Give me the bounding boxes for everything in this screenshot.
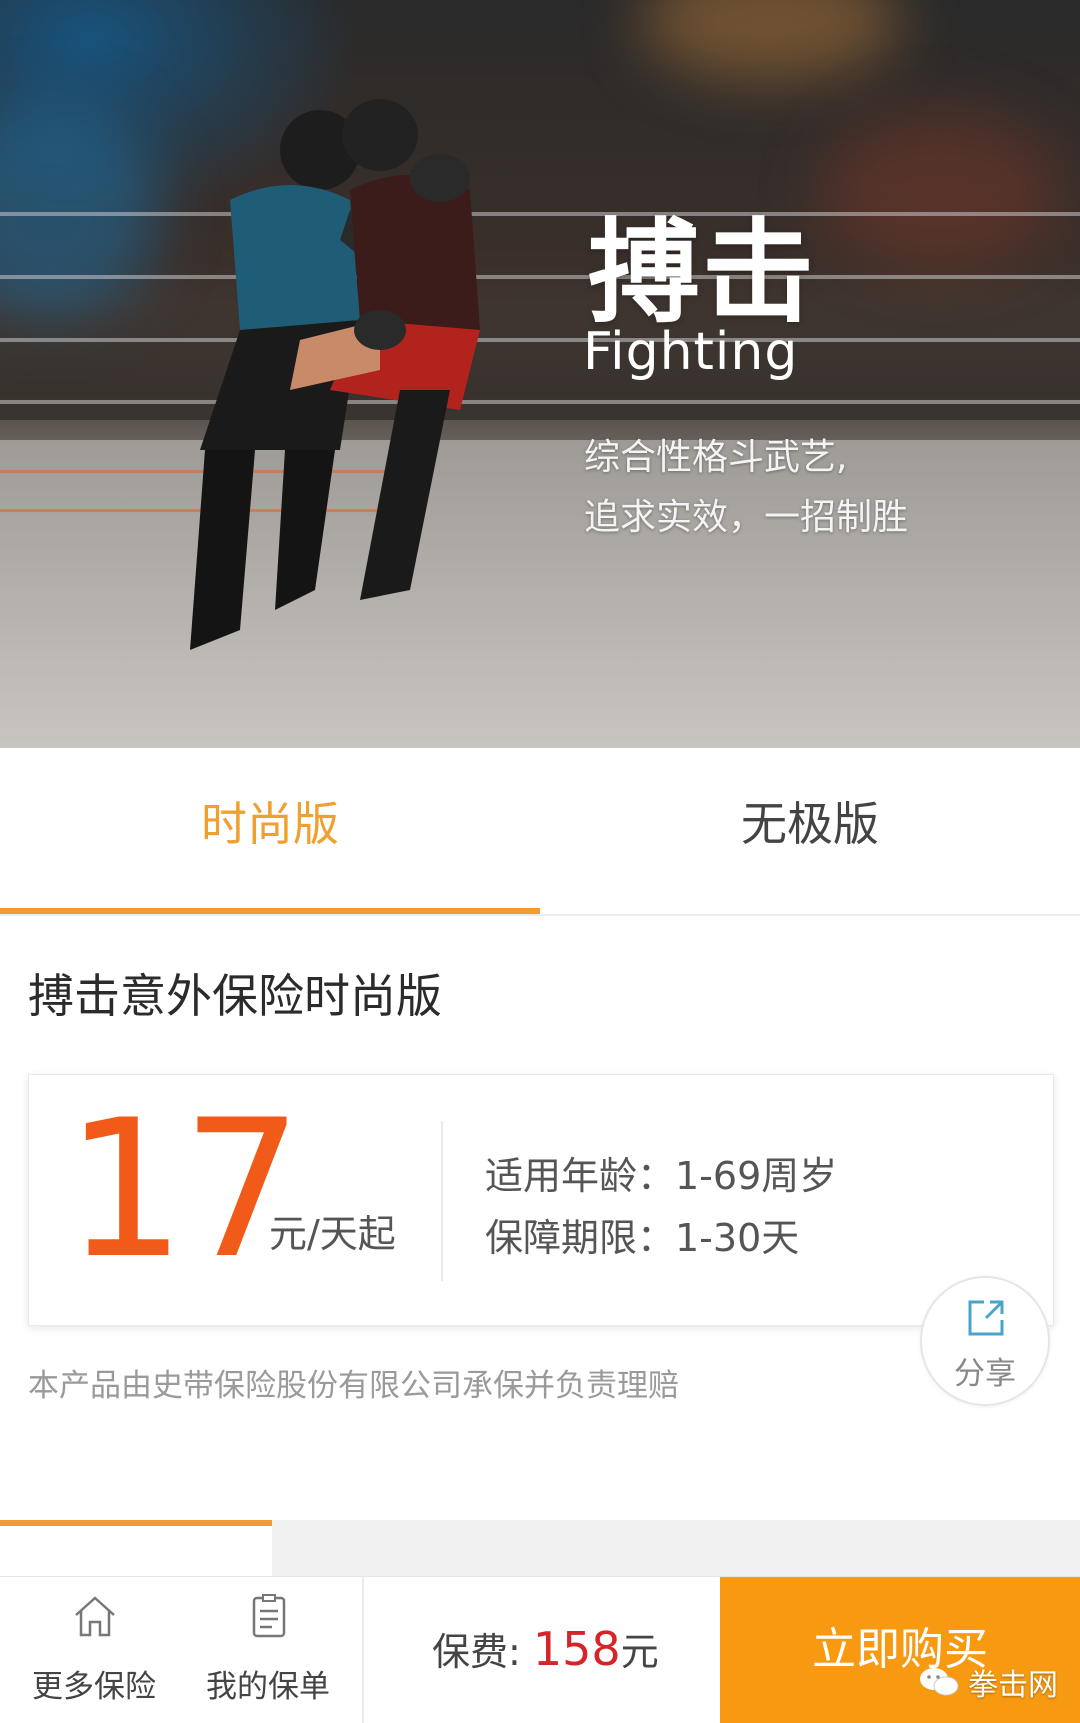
my-policies-button[interactable]: 我的保单 — [182, 1577, 354, 1723]
share-icon — [968, 1300, 1004, 1336]
premium-amount: 158 — [532, 1622, 621, 1676]
premium-prefix: 保费: — [432, 1630, 533, 1674]
bar-divider — [362, 1577, 364, 1723]
section-strip-indicator — [0, 1520, 272, 1526]
stage-light — [640, 0, 900, 80]
watermark: 拳击网 — [918, 1660, 1058, 1704]
tab-active-indicator — [0, 908, 540, 914]
wechat-icon — [920, 1668, 959, 1696]
my-policies-label: 我的保单 — [206, 1669, 330, 1705]
share-label: 分享 — [954, 1356, 1016, 1392]
price-value: 17 — [65, 1079, 303, 1300]
document-icon — [252, 1594, 286, 1638]
hero-tagline: 综合性格斗武艺, 追求实效，一招制胜 — [584, 428, 908, 548]
stage-light — [820, 110, 1060, 270]
watermark-text: 拳击网 — [968, 1668, 1058, 1703]
premium-total: 保费: 158元 — [432, 1621, 659, 1676]
more-insurance-button[interactable]: 更多保险 — [8, 1577, 180, 1723]
hero-title: 搏击 — [588, 208, 816, 338]
coverage-period: 保障期限：1-30天 — [485, 1216, 800, 1260]
more-insurance-label: 更多保险 — [32, 1669, 156, 1705]
product-title: 搏击意外保险时尚版 — [28, 969, 442, 1023]
hero-tagline-line1: 综合性格斗武艺, — [584, 437, 848, 478]
tab-fashion-edition[interactable]: 时尚版 — [0, 748, 540, 914]
hero-subtitle: Fighting — [583, 322, 799, 382]
version-tabs: 时尚版 无极版 — [0, 748, 1080, 916]
card-divider — [441, 1121, 443, 1281]
age-range: 适用年龄：1-69周岁 — [485, 1154, 838, 1198]
section-strip-active — [0, 1526, 272, 1576]
price-card: 17 元/天起 适用年龄：1-69周岁 保障期限：1-30天 — [28, 1074, 1054, 1326]
hero-tagline-line2: 追求实效，一招制胜 — [584, 497, 909, 538]
premium-suffix: 元 — [620, 1630, 659, 1674]
price-unit: 元/天起 — [269, 1212, 396, 1256]
underwriter-note: 本产品由史带保险股份有限公司承保并负责理赔 — [28, 1368, 679, 1404]
tab-ultimate-edition[interactable]: 无极版 — [540, 748, 1080, 914]
fighters-illustration — [190, 99, 480, 650]
home-icon — [75, 1596, 115, 1637]
hero-banner: 搏击 Fighting 综合性格斗武艺, 追求实效，一招制胜 — [0, 0, 1080, 748]
share-button[interactable]: 分享 — [920, 1276, 1050, 1406]
